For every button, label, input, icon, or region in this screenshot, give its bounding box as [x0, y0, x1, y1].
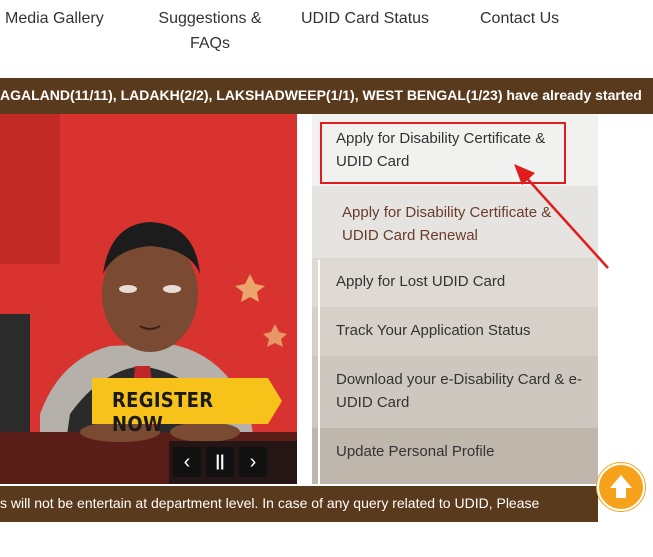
nav-suggestions-label: Suggestions & [158, 10, 262, 27]
notice-ticker: s will not be entertain at department le… [0, 486, 598, 522]
scroll-to-top-button[interactable] [597, 463, 645, 511]
news-ticker-text: AGALAND(11/11), LADAKH(2/2), LAKSHADWEEP… [0, 87, 642, 103]
slider-next-icon[interactable]: › [239, 447, 267, 477]
menu-item-label: Track Your Application Status [336, 322, 531, 339]
menu-track-application[interactable]: Track Your Application Status [312, 307, 598, 356]
slider-controls: ‹ || › [169, 441, 297, 484]
nav-media-gallery[interactable]: Media Gallery [5, 6, 104, 31]
menu-download-e-card[interactable]: Download your e-Disability Card & e-UDID… [312, 356, 598, 428]
nav-suggestions-faqs[interactable]: Suggestions & FAQs [150, 6, 270, 56]
nav-contact-us[interactable]: Contact Us [480, 6, 559, 31]
top-navigation: Media Gallery Suggestions & FAQs UDID Ca… [0, 0, 653, 78]
menu-item-label: Download your e-Disability Card & e-UDID… [336, 371, 582, 411]
annotation-arrow-icon [514, 164, 609, 269]
register-now-label: REGISTER NOW [112, 388, 214, 436]
scroll-up-icon [610, 475, 632, 498]
nav-faqs-label: FAQs [189, 35, 230, 52]
nav-udid-card-status[interactable]: UDID Card Status [301, 6, 429, 31]
register-now-button[interactable]: REGISTER NOW [92, 378, 282, 436]
menu-update-profile[interactable]: Update Personal Profile [312, 428, 598, 484]
slider-pause-icon[interactable]: || [206, 447, 234, 477]
slider-prev-icon[interactable]: ‹ [173, 447, 201, 477]
register-arrow-shape [268, 378, 282, 424]
menu-divider [318, 260, 320, 484]
news-ticker: AGALAND(11/11), LADAKH(2/2), LAKSHADWEEP… [0, 78, 653, 114]
notice-ticker-text: s will not be entertain at department le… [0, 495, 540, 511]
image-slider: REGISTER NOW ‹ || › [0, 114, 297, 484]
menu-item-label: Update Personal Profile [336, 443, 495, 460]
